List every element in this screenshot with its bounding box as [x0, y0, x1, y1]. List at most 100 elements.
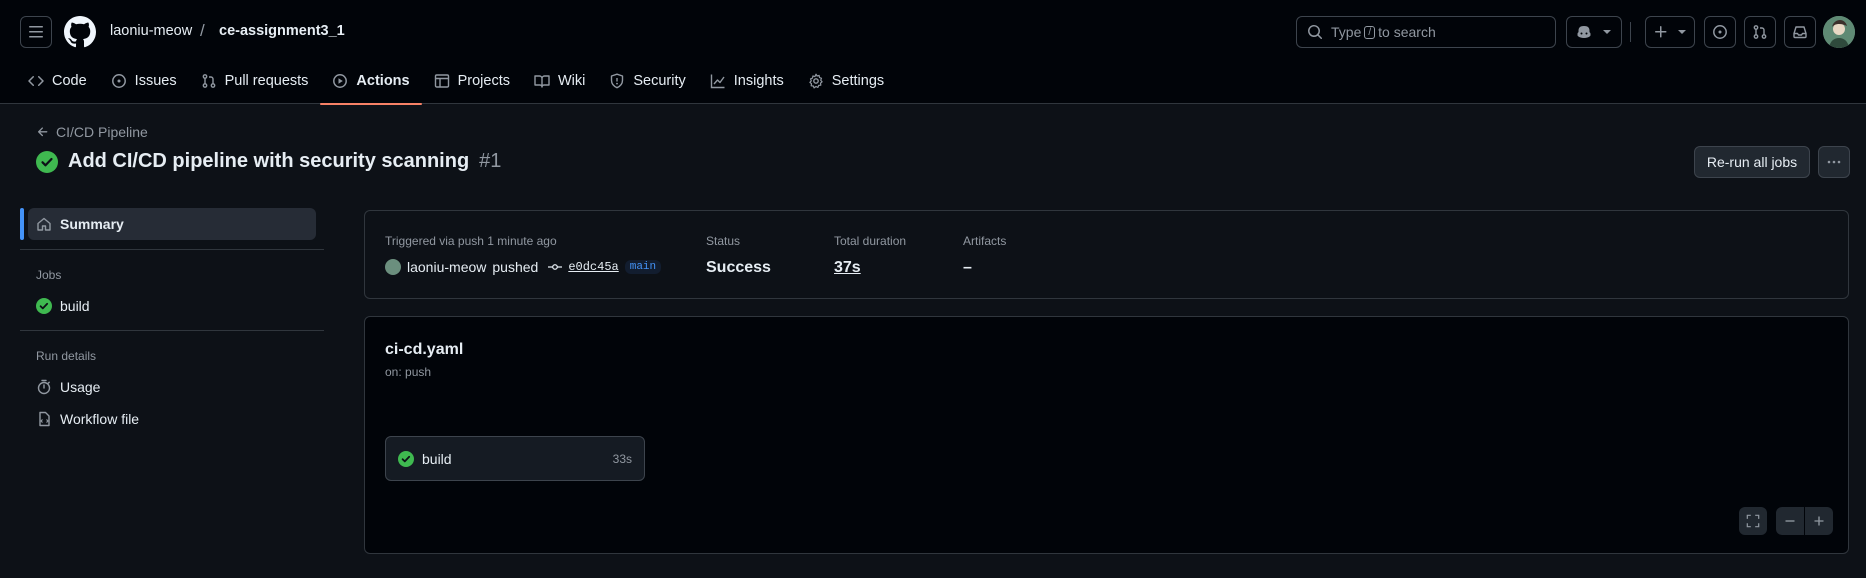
actor-name[interactable]: laoniu-meow [407, 259, 486, 275]
trigger-details: laoniu-meow pushed e0dc45a main [385, 259, 662, 275]
commit-icon [548, 264, 563, 270]
status-column: Status Success [706, 234, 771, 277]
book-icon [534, 75, 550, 88]
breadcrumb-repo[interactable]: ce-assignment3_1 [219, 23, 345, 39]
user-avatar[interactable] [1823, 16, 1855, 48]
status-label: Status [706, 234, 741, 248]
duration-value[interactable]: 37s [834, 259, 906, 277]
tab-settings[interactable]: Settings [796, 62, 896, 100]
active-indicator [20, 208, 24, 240]
code-icon [28, 75, 44, 87]
artifacts-column: Artifacts – [963, 234, 1006, 277]
jobs-heading: Jobs [36, 268, 62, 282]
commit-sha-link[interactable]: e0dc45a [568, 260, 618, 274]
table-icon [434, 74, 449, 88]
search-shortcut-key: / [1364, 25, 1376, 39]
run-summary-panel: Triggered via push 1 minute ago laoniu-m… [364, 210, 1849, 299]
workflow-graph-panel: ci-cd.yaml on: push build 33s [364, 316, 1849, 554]
status-value: Success [706, 259, 771, 276]
sidebar-item-summary[interactable]: Summary [28, 208, 316, 240]
graph-icon [710, 74, 725, 89]
more-options-button[interactable] [1818, 146, 1850, 178]
artifacts-value: – [963, 259, 972, 276]
tab-label: Insights [733, 73, 784, 89]
tab-code[interactable]: Code [16, 62, 99, 100]
arrow-left-icon [37, 127, 48, 137]
search-placeholder-suffix: to search [1378, 24, 1436, 40]
branch-badge[interactable]: main [624, 260, 662, 274]
zoom-out-button[interactable] [1776, 507, 1804, 535]
run-details-heading: Run details [36, 349, 97, 363]
inbox-icon [1793, 26, 1807, 39]
breadcrumb-owner[interactable]: laoniu-meow [110, 23, 192, 39]
chevron-down-icon [1603, 30, 1611, 34]
fullscreen-button[interactable] [1739, 507, 1767, 535]
sidebar-item-label: Usage [60, 379, 101, 395]
gear-icon [809, 73, 823, 89]
trigger-column: Triggered via push 1 minute ago laoniu-m… [385, 234, 662, 275]
plus-icon [1655, 26, 1667, 38]
global-header: laoniu-meow / ce-assignment3_1 Type / to… [0, 0, 1866, 105]
workflow-trigger: on: push [385, 365, 432, 379]
home-icon [37, 217, 51, 231]
sidebar-item-workflow-file[interactable]: Workflow file [28, 403, 316, 435]
tab-label: Code [52, 73, 87, 89]
push-action: pushed [492, 259, 539, 275]
sidebar-divider [20, 249, 324, 250]
tab-security[interactable]: Security [597, 62, 697, 100]
job-name: build [422, 450, 452, 467]
tab-insights[interactable]: Insights [698, 62, 796, 100]
workflow-file-name: ci-cd.yaml [385, 341, 464, 358]
avatar-image-icon [1823, 16, 1855, 48]
tab-wiki[interactable]: Wiki [522, 62, 597, 100]
tab-pull-requests[interactable]: Pull requests [189, 62, 321, 100]
issue-icon [1713, 25, 1727, 39]
zoom-in-button[interactable] [1805, 507, 1833, 535]
sidebar-divider [20, 330, 324, 331]
page-title: Add CI/CD pipeline with security scannin… [68, 150, 470, 172]
tab-actions[interactable]: Actions [320, 62, 422, 105]
github-logo-icon[interactable] [64, 16, 96, 48]
shield-icon [611, 73, 624, 89]
header-divider [1630, 22, 1631, 42]
sidebar-item-label: Summary [60, 216, 124, 232]
issues-button[interactable] [1704, 16, 1736, 48]
sidebar-item-build[interactable]: build [28, 290, 316, 322]
duration-column: Total duration 37s [834, 234, 906, 277]
search-placeholder-prefix: Type [1331, 24, 1362, 40]
pull-requests-button[interactable] [1744, 16, 1776, 48]
tab-label: Security [633, 73, 686, 89]
tab-label: Issues [134, 73, 177, 89]
tab-label: Actions [356, 73, 410, 89]
avatar[interactable] [385, 259, 401, 275]
job-duration: 33s [612, 451, 632, 466]
inbox-button[interactable] [1784, 16, 1816, 48]
plus-icon [1814, 516, 1824, 526]
sidebar-item-label: build [60, 298, 90, 314]
tab-label: Wiki [557, 73, 586, 89]
tab-issues[interactable]: Issues [99, 62, 189, 100]
copilot-button[interactable] [1566, 16, 1622, 48]
copilot-icon [1577, 26, 1591, 38]
duration-label: Total duration [834, 234, 907, 248]
artifacts-label: Artifacts [963, 234, 1007, 248]
tab-label: Projects [457, 73, 510, 89]
back-to-workflow-link[interactable]: CI/CD Pipeline [36, 124, 148, 140]
sidebar-item-usage[interactable]: Usage [28, 371, 316, 403]
success-check-icon [36, 298, 52, 314]
success-check-icon [36, 150, 58, 173]
search-input[interactable]: Type / to search [1296, 16, 1556, 48]
create-new-button[interactable] [1645, 16, 1695, 48]
run-number: #1 [479, 150, 502, 172]
menu-button[interactable] [20, 16, 52, 48]
minus-icon [1785, 520, 1795, 522]
job-card-build[interactable]: build 33s [385, 436, 645, 481]
rerun-all-jobs-button[interactable]: Re-run all jobs [1694, 146, 1810, 178]
breadcrumb-separator: / [200, 21, 205, 40]
tab-projects[interactable]: Projects [422, 62, 522, 100]
tab-label: Pull requests [224, 73, 309, 89]
success-check-icon [398, 450, 414, 467]
hamburger-icon [29, 26, 43, 38]
stopwatch-icon [37, 379, 51, 395]
tab-label: Settings [831, 73, 885, 89]
